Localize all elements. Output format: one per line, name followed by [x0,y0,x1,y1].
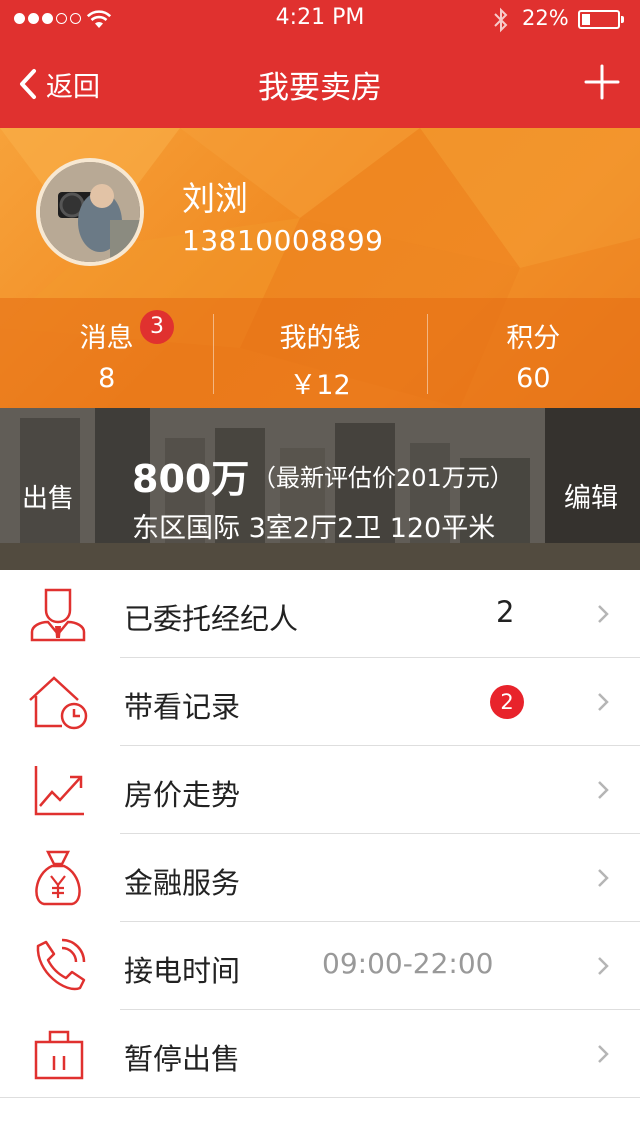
stat-label: 积分 [506,323,561,354]
menu-item-label: 带看记录 [124,690,241,724]
menu-item-value: 2 [496,595,515,629]
sale-status-tag: 出售 [22,484,75,514]
stat-label: 消息 [79,323,134,354]
property-banner[interactable]: 出售 800万 （最新评估价201万元） 东区国际 3室2厅2卫 120平米 编… [0,408,640,570]
stats-bar: 消息 8 3 我的钱 ￥12 积分 60 [0,298,640,408]
menu-item-financial-services[interactable]: 金融服务 [0,834,640,922]
chevron-right-icon [598,693,609,711]
menu-item-call-hours[interactable]: 接电时间 09:00-22:00 [0,922,640,1010]
stat-label: 我的钱 [279,323,361,354]
menu-list: 已委托经纪人 2 带看记录 2 房价走势 金融服务 接电时间 09:00-22:… [0,570,640,1098]
trend-chart-icon [34,766,84,816]
menu-item-viewing-records[interactable]: 带看记录 2 [0,658,640,746]
stat-money[interactable]: 我的钱 ￥12 [213,298,426,408]
menu-item-label: 房价走势 [124,778,241,812]
message-count-badge: 3 [140,310,174,344]
plus-icon[interactable] [582,62,622,102]
stat-value: 8 [98,363,116,394]
stat-value: ￥12 [289,370,351,401]
navigation-bar: 返回 我要卖房 [0,40,640,128]
battery-percentage: 22% [522,6,569,30]
chevron-right-icon [598,781,609,799]
notification-badge: 2 [490,685,524,719]
chevron-right-icon [598,1045,609,1063]
phone-icon [36,938,86,991]
menu-item-price-trend[interactable]: 房价走势 [0,746,640,834]
menu-item-label: 金融服务 [124,866,241,900]
bluetooth-icon [494,7,508,33]
status-bar: 4:21 PM 22% [0,0,640,40]
menu-item-agents[interactable]: 已委托经纪人 2 [0,570,640,658]
edit-button[interactable]: 编辑 [564,476,618,515]
agent-icon [30,588,86,642]
call-hours-value: 09:00-22:00 [322,947,494,980]
user-phone: 13810008899 [182,224,384,257]
profile-header: 刘浏 13810008899 消息 8 3 我的钱 ￥12 积分 60 [0,128,640,408]
camera-photo [40,162,140,262]
property-price: 800万 [132,457,250,501]
money-bag-icon [35,850,81,906]
divider [0,1097,640,1098]
avatar[interactable] [36,158,144,266]
battery-icon [578,10,624,29]
user-name: 刘浏 [182,179,248,218]
menu-item-label: 已委托经纪人 [124,602,299,636]
menu-item-label: 暂停出售 [124,1042,241,1076]
page-title: 我要卖房 [258,70,382,106]
briefcase-icon [34,1030,84,1080]
chevron-right-icon [598,869,609,887]
stat-messages[interactable]: 消息 8 3 [0,298,213,408]
stat-points[interactable]: 积分 60 [426,298,640,408]
house-clock-icon [29,676,88,730]
chevron-right-icon [598,957,609,975]
menu-item-pause-sale[interactable]: 暂停出售 [0,1010,640,1098]
chevron-right-icon [598,605,609,623]
property-description: 东区国际 3室2厅2卫 120平米 [132,513,496,544]
stat-value: 60 [516,363,551,394]
estimated-price: （最新评估价201万元） [252,464,514,492]
menu-item-label: 接电时间 [124,954,241,988]
